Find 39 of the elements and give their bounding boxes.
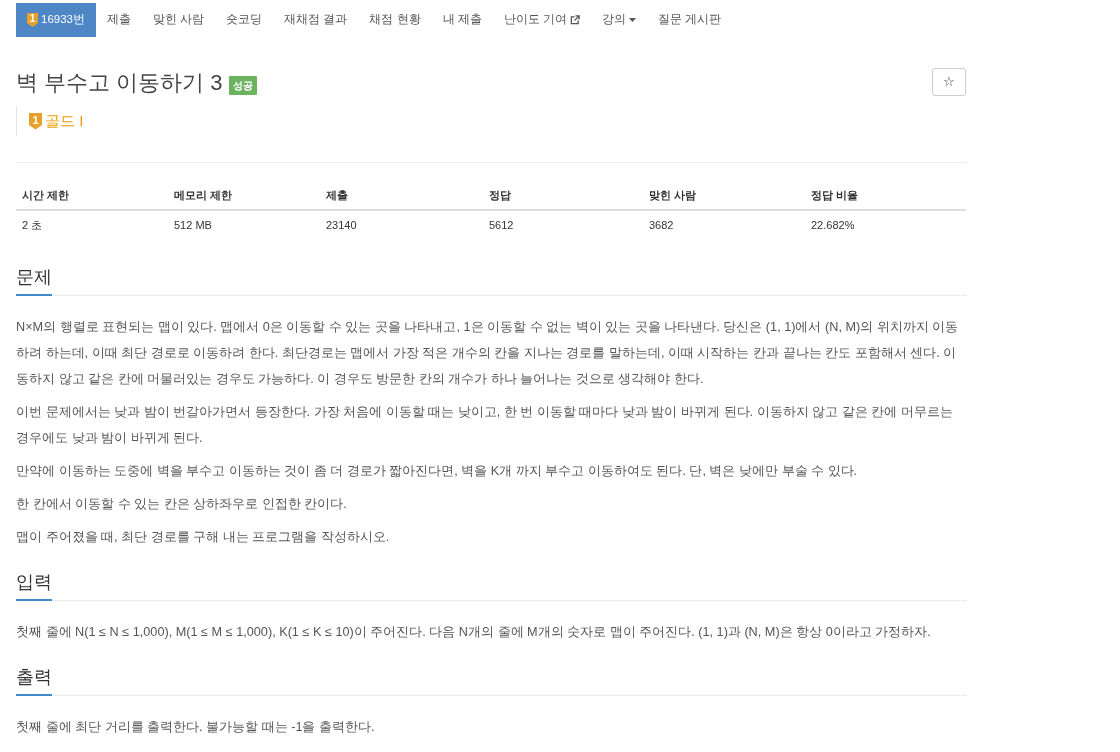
nav-tab[interactable]: 1 16933번 — [16, 3, 96, 37]
section-heading: 출력 — [16, 664, 52, 696]
nav-tab[interactable]: 난이도 기여 — [492, 3, 591, 37]
tier-badge: 1 — [29, 112, 42, 130]
nav-tab[interactable]: 질문 게시판 — [647, 3, 733, 37]
table-cell: 22.682% — [805, 210, 966, 240]
column-header: 제출 — [320, 181, 483, 210]
nav-tab[interactable]: 강의 — [591, 3, 647, 37]
result-badge: 성공 — [228, 76, 257, 95]
table-cell: 2 초 — [16, 210, 168, 240]
column-header: 메모리 제한 — [168, 181, 320, 210]
table-cell: 5612 — [483, 210, 643, 240]
nav-tab[interactable]: 내 제출 — [431, 3, 493, 37]
nav-tab[interactable]: 제출 — [96, 3, 142, 37]
nav-tab[interactable]: 채점 현황 — [358, 3, 432, 37]
paragraph: 첫째 줄에 N(1 ≤ N ≤ 1,000), M(1 ≤ M ≤ 1,000), K(1 ≤ K ≤ 10)이 주어진다. 다음 N개의 줄에 M개의 숫자로 맵이 주어진다. (1, 1)과 (N, M)은 항상 0이라고 가정하자. — [16, 624, 932, 641]
section-heading: 문제 — [16, 264, 52, 296]
star-button[interactable]: ☆ — [932, 68, 966, 96]
column-header: 정답 비율 — [805, 181, 966, 210]
column-header: 시간 제한 — [16, 181, 168, 210]
paragraph: 맵이 주어졌을 때, 최단 경로를 구해 내는 프로그램을 작성하시오. — [16, 529, 391, 546]
paragraph: 이번 문제에서는 낮과 밤이 번갈아가면서 등장한다. 가장 처음에 이동할 때는 낮이고, 한 번 이동할 때마다 낮과 밤이 바뀌게 된다. 이동하지 않고 같은 칸에 머무르는 경우에도 낮과 밤이 바뀌게 된다. — [16, 404, 954, 447]
paragraph: N×M의 행렬로 표현되는 맵이 있다. 맵에서 0은 이동할 수 있는 곳을 나타내고, 1은 이동할 수 없는 벽이 있는 곳을 나타낸다. 당신은 (1, 1)에서 (N, M)의 위치까지 이동하려 하는데, 이때 최단 경로로 이동하려 한다. 최단경로는 맵에서 가장 적은 개수의 칸을 지나는 경로를 말하는데, 이때 시작하는 칸과 끝나는 칸도 포함해서 센다. 이동하지 않고 같은 칸에 머물러있는 경우도 가능하다. 이 경우도 방문한 칸의 개수가 하나 늘어나는 것으로 생각해야 한다. — [16, 319, 960, 388]
nav-tab[interactable]: 맞힌 사람 — [142, 3, 216, 37]
table-cell: 512 MB — [168, 210, 320, 240]
paragraph: 첫째 줄에 최단 거리를 출력한다. 불가능할 때는 -1을 출력한다. — [16, 719, 376, 736]
table-cell: 23140 — [320, 210, 483, 240]
column-header: 맞힌 사람 — [643, 181, 805, 210]
paragraph: 한 칸에서 이동할 수 있는 칸은 상하좌우로 인접한 칸이다. — [16, 496, 348, 513]
external-link-icon — [570, 15, 580, 25]
paragraph: 만약에 이동하는 도중에 벽을 부수고 이동하는 것이 좀 더 경로가 짧아진다면, 벽을 K개 까지 부수고 이동하여도 된다. 단, 벽은 낮에만 부술 수 있다. — [16, 463, 859, 480]
caret-down-icon — [629, 18, 636, 22]
section-heading: 입력 — [16, 569, 52, 601]
tier-badge: 1 — [27, 13, 38, 27]
problem-title: 벽 부수고 이동하기 3 — [16, 69, 223, 97]
nav-tab[interactable]: 재채점 결과 — [273, 3, 359, 37]
table-cell: 3682 — [643, 210, 805, 240]
nav-tab[interactable]: 숏코딩 — [215, 3, 274, 37]
column-header: 정답 — [483, 181, 643, 210]
